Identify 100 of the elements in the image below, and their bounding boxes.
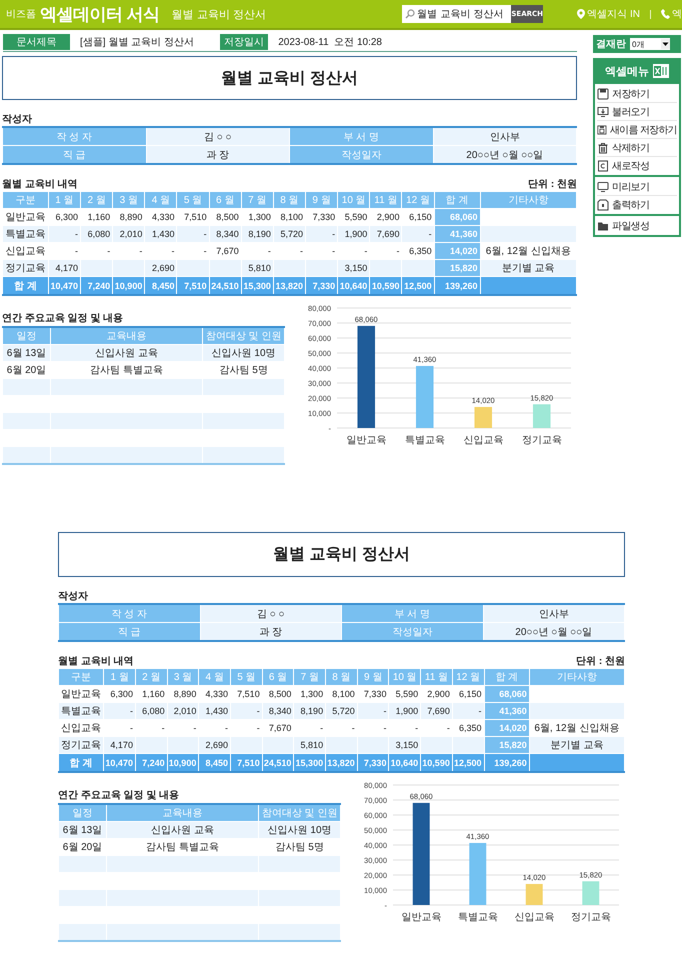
category-label: 정기교육 bbox=[570, 912, 611, 923]
column-header: 기타사항 bbox=[480, 192, 576, 208]
table-cell: 부 서 명 bbox=[290, 127, 433, 146]
table-cell: 부 서 명 bbox=[342, 604, 483, 622]
field-label: 문서제목 bbox=[3, 34, 70, 50]
table-cell: 직 급 bbox=[2, 146, 146, 164]
table-cell: 분기별 교육 bbox=[480, 260, 576, 276]
column-header: 9 월 bbox=[306, 192, 338, 208]
table-cell: 인사부 bbox=[483, 604, 624, 622]
bar bbox=[469, 842, 486, 905]
column-header: 참여대상 및 인원 bbox=[202, 327, 284, 344]
dropdown-caret-icon bbox=[661, 39, 670, 49]
table-cell: 15,300 bbox=[294, 754, 326, 772]
table-cell: 15,820 bbox=[434, 260, 480, 276]
table-cell: 24,510 bbox=[262, 754, 294, 772]
column-header: 8 월 bbox=[273, 192, 306, 208]
table-cell: 신입사원 교육 bbox=[50, 344, 203, 362]
column-header: 2 월 bbox=[135, 668, 168, 686]
column-header: 4 월 bbox=[144, 192, 177, 208]
table-cell: 5,720 bbox=[273, 226, 306, 242]
location-pin-icon bbox=[577, 9, 586, 19]
table-cell: 41,360 bbox=[434, 226, 480, 242]
table-cell: 합 계 bbox=[58, 754, 104, 772]
column-header: 12 월 bbox=[452, 668, 484, 686]
table-cell: 특별교육 bbox=[2, 226, 48, 242]
menu-item[interactable]: 새로작성 bbox=[597, 157, 677, 174]
section-heading: 연간 주요교육 일정 및 내용 bbox=[2, 313, 124, 325]
approval-dropdown[interactable]: 0개 bbox=[630, 38, 670, 50]
column-header: 합 계 bbox=[484, 668, 530, 686]
table-cell: 41,360 bbox=[484, 702, 530, 720]
table-cell: - bbox=[306, 226, 338, 242]
column-header: 교육내용 bbox=[106, 804, 259, 822]
category-label: 일반교육 bbox=[401, 912, 442, 923]
table-cell: 6,080 bbox=[135, 702, 168, 720]
table-cell: 직 급 bbox=[58, 622, 200, 641]
table-cell: 5,720 bbox=[326, 702, 358, 720]
column-header: 구분 bbox=[2, 192, 48, 208]
category-label: 특별교육 bbox=[404, 435, 445, 446]
unit-label: 단위 : 천원 bbox=[528, 178, 577, 191]
table-cell: 7,240 bbox=[135, 754, 168, 772]
section-heading: 연간 주요교육 일정 및 내용 bbox=[58, 790, 180, 802]
table-cell: 과 장 bbox=[146, 146, 290, 164]
spreadsheet-icon bbox=[653, 64, 669, 78]
trash-icon bbox=[597, 142, 609, 154]
table-cell: - bbox=[104, 702, 136, 720]
menu-item[interactable]: 불러오기 bbox=[597, 103, 677, 121]
menu-item[interactable]: 출력하기 bbox=[597, 196, 677, 213]
table-cell: 10,590 bbox=[420, 754, 452, 772]
menu-item[interactable]: 저장하기 bbox=[597, 85, 677, 103]
table-cell: 8,340 bbox=[262, 702, 294, 720]
table-cell: 15,820 bbox=[484, 736, 530, 754]
column-header: 합 계 bbox=[434, 192, 480, 208]
table-cell: 5,810 bbox=[294, 736, 326, 754]
table-cell: 6,080 bbox=[80, 226, 113, 242]
table-cell: 7,240 bbox=[80, 276, 113, 295]
bar bbox=[526, 884, 543, 905]
table-cell: 12,500 bbox=[402, 276, 434, 295]
table-cell: 분기별 교육 bbox=[529, 736, 624, 754]
section-heading: 월별 교육비 내역 bbox=[2, 179, 78, 191]
column-header: 참여대상 및 인원 bbox=[258, 804, 340, 822]
table-cell: 신입사원 교육 bbox=[106, 822, 259, 838]
table-cell: 20○○년 ○월 ○○일 bbox=[483, 622, 624, 641]
search-field[interactable]: 월별 교육비 정산서 bbox=[402, 5, 512, 23]
menu-item[interactable]: 새이름 저장하기 bbox=[597, 121, 677, 139]
column-header: 1 월 bbox=[104, 668, 136, 686]
table-cell: 김 ○ ○ bbox=[146, 127, 290, 146]
table-cell: 12,500 bbox=[452, 754, 484, 772]
table-cell: - bbox=[452, 702, 484, 720]
menu-item[interactable]: 미리보기 bbox=[597, 178, 677, 196]
table-cell: - bbox=[230, 702, 262, 720]
menu-item[interactable]: 파일생성 bbox=[597, 217, 677, 234]
table-cell: 10,900 bbox=[167, 754, 199, 772]
page-refresh-icon bbox=[597, 160, 609, 172]
column-header: 4 월 bbox=[198, 668, 231, 686]
table-cell: 김 ○ ○ bbox=[200, 604, 342, 622]
table-cell: 4,170 bbox=[104, 736, 136, 754]
menu-item[interactable]: 삭제하기 bbox=[597, 139, 677, 157]
table-cell: 10,590 bbox=[370, 276, 402, 295]
bar bbox=[532, 404, 551, 428]
column-header: 3 월 bbox=[112, 192, 145, 208]
table-cell: 7,510 bbox=[230, 754, 262, 772]
field-value: 2023-08-11 오전 10:28 bbox=[278, 36, 382, 48]
page-title: 월별 교육비 정산서 bbox=[172, 8, 266, 22]
table-cell: 14,020 bbox=[434, 242, 480, 260]
unit-label: 단위 : 천원 bbox=[576, 655, 625, 668]
table-cell: 6월 13일 bbox=[2, 344, 50, 362]
column-header: 6 월 bbox=[262, 668, 294, 686]
table-cell: 7,690 bbox=[420, 702, 452, 720]
table-cell: 작성일자 bbox=[290, 146, 433, 164]
table-cell: 인사부 bbox=[433, 127, 576, 146]
approval-label: 결재란 bbox=[596, 38, 626, 51]
table-cell: 1,430 bbox=[198, 702, 231, 720]
column-header: 12 월 bbox=[402, 192, 434, 208]
table-cell: 5,810 bbox=[241, 260, 274, 276]
table-cell: 7,330 bbox=[357, 754, 389, 772]
table-cell: 1,900 bbox=[388, 702, 421, 720]
section-heading: 작성자 bbox=[2, 114, 33, 126]
page-icon bbox=[597, 198, 609, 210]
column-header: 10 월 bbox=[388, 668, 421, 686]
table-cell: 24,510 bbox=[209, 276, 242, 295]
